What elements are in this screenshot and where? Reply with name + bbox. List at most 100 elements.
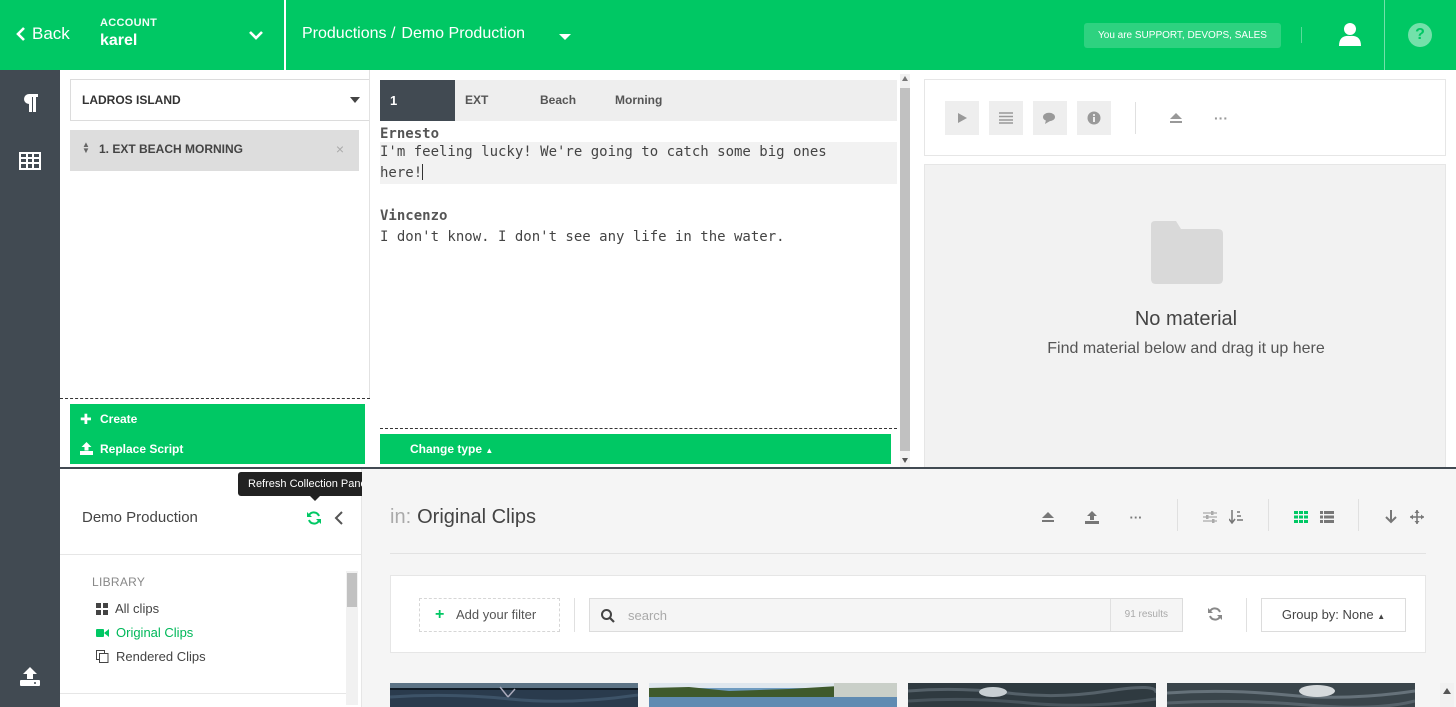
- material-toolbar: ···: [924, 79, 1446, 156]
- scene-panel: LADROS ISLAND ▲ ▼ 1. EXT BEACH MORNING × …: [60, 70, 370, 468]
- replace-script-label: Replace Script: [100, 442, 184, 456]
- refresh-icon[interactable]: [1208, 607, 1222, 626]
- create-button[interactable]: ✚ Create: [70, 404, 365, 434]
- group-by-dropdown[interactable]: Group by: None ▲: [1261, 598, 1406, 632]
- account-switcher[interactable]: ACCOUNT karel: [100, 17, 157, 50]
- clip-thumbnail[interactable]: [390, 683, 638, 707]
- plus-icon: +: [435, 606, 445, 623]
- editor-scrollbar[interactable]: [900, 74, 910, 468]
- search-box[interactable]: 91 results: [589, 598, 1183, 632]
- dialogue-text[interactable]: I'm feeling lucky! We're going to catch …: [380, 142, 897, 163]
- user-icon[interactable]: [1339, 22, 1361, 51]
- library-scrollbar[interactable]: [346, 571, 358, 705]
- search-input[interactable]: [628, 599, 1088, 631]
- upload-icon[interactable]: [18, 664, 42, 688]
- dashed-divider: [380, 428, 897, 429]
- clip-thumbnail[interactable]: [908, 683, 1156, 707]
- dialogue-block[interactable]: Ernesto I'm feeling lucky! We're going t…: [380, 126, 897, 184]
- dashed-divider: [60, 398, 370, 399]
- info-icon[interactable]: [1077, 101, 1111, 135]
- more-icon[interactable]: ···: [1214, 110, 1228, 126]
- header-divider: [284, 0, 286, 70]
- search-icon: [601, 609, 615, 623]
- library-item-all-clips[interactable]: All clips: [96, 601, 159, 616]
- grid-view-icon[interactable]: [1293, 509, 1309, 525]
- location-select[interactable]: LADROS ISLAND: [70, 79, 370, 121]
- arrow-down-icon[interactable]: [1383, 509, 1399, 525]
- collection-heading: in: Original Clips: [390, 506, 536, 529]
- breadcrumb-current[interactable]: Demo Production: [401, 25, 525, 43]
- breadcrumb-root[interactable]: Productions /: [302, 25, 395, 43]
- divider: [390, 553, 1426, 554]
- caret-down-icon[interactable]: [558, 29, 572, 47]
- eject-icon[interactable]: [1040, 509, 1056, 525]
- scene-label: 1. EXT BEACH MORNING: [99, 142, 244, 156]
- scroll-down-icon[interactable]: [902, 458, 908, 463]
- character-name[interactable]: Ernesto: [380, 126, 897, 142]
- dialogue-block[interactable]: Vincenzo I don't know. I don't see any l…: [380, 206, 785, 248]
- add-filter-button[interactable]: + Add your filter: [419, 598, 560, 632]
- refresh-icon[interactable]: [307, 511, 321, 530]
- scrollbar-thumb[interactable]: [900, 88, 910, 451]
- eject-icon[interactable]: [1169, 111, 1183, 129]
- header-divider: [1301, 27, 1302, 43]
- paragraph-icon[interactable]: [18, 91, 42, 115]
- caret-up-icon: ▲: [485, 446, 494, 455]
- change-type-button[interactable]: Change type ▲: [380, 434, 891, 464]
- clip-thumbnail[interactable]: [1167, 683, 1415, 707]
- dialogue-text[interactable]: here!: [380, 163, 897, 184]
- upload-icon[interactable]: [1084, 509, 1100, 525]
- library-item-label: All clips: [115, 601, 160, 616]
- more-icon[interactable]: ···: [1128, 509, 1144, 525]
- scene-tag-time[interactable]: Morning: [615, 80, 662, 121]
- location-select-value: LADROS ISLAND: [82, 93, 181, 107]
- collection-name: Original Clips: [417, 506, 537, 528]
- dialogue-text[interactable]: I don't know. I don't see any life in th…: [380, 227, 785, 248]
- scene-list-item[interactable]: ▲ ▼ 1. EXT BEACH MORNING ×: [70, 130, 359, 171]
- back-button[interactable]: Back: [16, 24, 70, 44]
- material-drop-area[interactable]: No material Find material below and drag…: [924, 164, 1446, 468]
- roles-badge: You are SUPPORT, DEVOPS, SALES: [1084, 23, 1281, 48]
- scene-heading[interactable]: 1 EXT Beach Morning: [380, 80, 897, 121]
- results-count: 91 results: [1109, 599, 1168, 631]
- divider: [60, 554, 362, 555]
- chevron-left-icon[interactable]: [334, 510, 344, 531]
- library-item-original-clips[interactable]: Original Clips: [96, 625, 193, 640]
- dialogue-text-continued[interactable]: here!: [380, 165, 422, 181]
- scrollbar-thumb[interactable]: [347, 573, 357, 607]
- dialogue-line[interactable]: I'm feeling lucky! We're going to catch …: [380, 142, 897, 184]
- grid-icon[interactable]: [18, 149, 42, 173]
- clip-thumbnail[interactable]: [649, 683, 897, 707]
- character-name[interactable]: Vincenzo: [380, 206, 785, 227]
- play-icon[interactable]: [945, 101, 979, 135]
- empty-hint: Find material below and drag it up here: [1047, 340, 1325, 357]
- list-view-icon[interactable]: [1319, 509, 1335, 525]
- create-label: Create: [100, 412, 138, 426]
- scene-number[interactable]: 1: [380, 80, 455, 121]
- breadcrumb[interactable]: Productions / Demo Production: [302, 25, 525, 43]
- sort-icon[interactable]: [1228, 509, 1244, 525]
- toolbar-divider: [1268, 499, 1269, 531]
- group-by-label: Group by: None: [1281, 607, 1374, 622]
- chevron-left-icon: [16, 27, 25, 41]
- video-camera-icon: [96, 628, 109, 637]
- back-label: Back: [32, 24, 70, 43]
- replace-script-button[interactable]: Replace Script: [70, 434, 365, 464]
- chevron-down-icon[interactable]: [248, 24, 264, 51]
- scroll-up-icon[interactable]: [902, 76, 908, 81]
- move-icon[interactable]: [1409, 509, 1425, 525]
- comments-icon[interactable]: [1033, 101, 1067, 135]
- library-item-rendered-clips[interactable]: Rendered Clips: [96, 649, 206, 664]
- clips-scrollbar[interactable]: [1440, 683, 1454, 707]
- sliders-icon[interactable]: [1202, 509, 1218, 525]
- list-icon[interactable]: [989, 101, 1023, 135]
- clips-panel: in:Original Clips ··· + Add your filter: [362, 469, 1456, 707]
- sort-arrows-icon[interactable]: ▲ ▼: [82, 141, 90, 155]
- scroll-up-icon[interactable]: [1443, 688, 1451, 694]
- folder-icon: [1148, 221, 1224, 290]
- close-icon[interactable]: ×: [336, 130, 344, 169]
- scene-tag-int-ext[interactable]: EXT: [465, 80, 488, 121]
- scene-tag-location[interactable]: Beach: [540, 80, 576, 121]
- copy-icon: [96, 650, 109, 663]
- help-icon[interactable]: ?: [1408, 23, 1432, 47]
